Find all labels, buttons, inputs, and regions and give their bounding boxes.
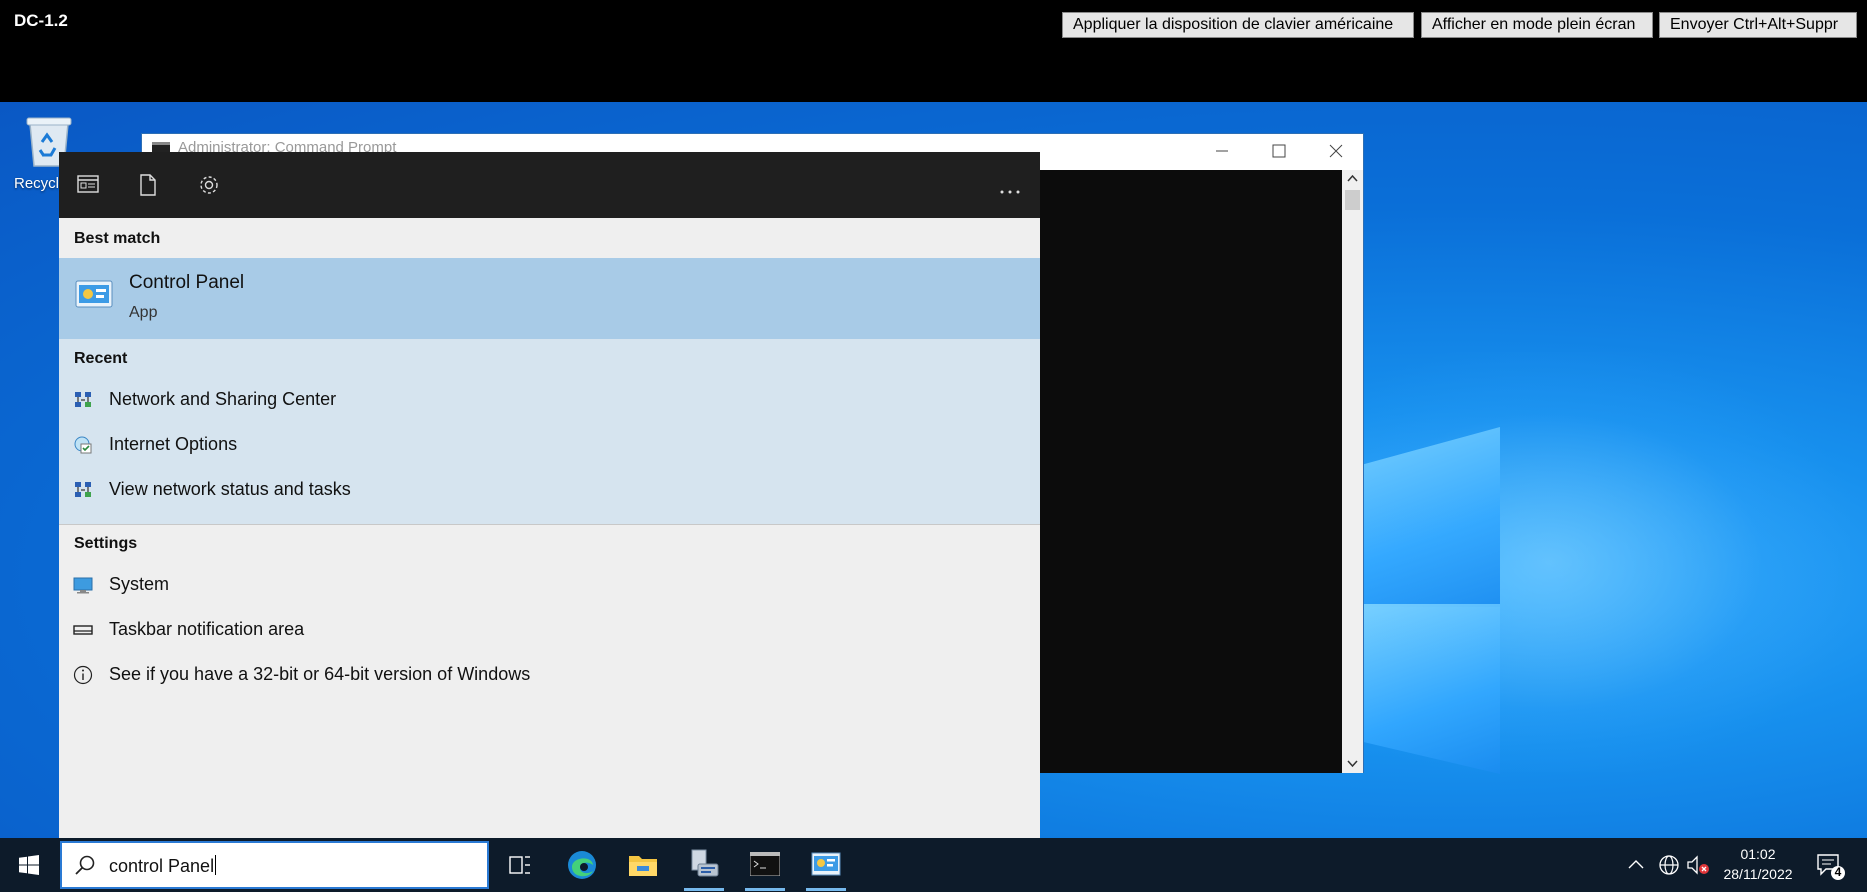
network-icon xyxy=(75,482,91,497)
taskbar: control Panel 01:02 28/11/2022 4 xyxy=(0,838,1867,892)
taskbar-server-manager[interactable] xyxy=(676,838,732,892)
control-panel-icon xyxy=(75,280,113,308)
taskbar-file-explorer[interactable] xyxy=(615,838,671,892)
ctrl-alt-del-button[interactable]: Envoyer Ctrl+Alt+Suppr xyxy=(1659,12,1857,38)
gear-icon xyxy=(200,176,218,194)
start-button[interactable] xyxy=(0,838,58,892)
close-icon xyxy=(1329,144,1343,158)
network-icon xyxy=(75,392,91,407)
cmd-icon xyxy=(750,852,780,876)
clock-date: 28/11/2022 xyxy=(1723,866,1793,882)
search-input-value: control Panel xyxy=(109,856,215,876)
best-match-control-panel[interactable]: Control Panel App xyxy=(59,258,1040,339)
recent-item-label: View network status and tasks xyxy=(109,479,351,499)
text-caret xyxy=(215,855,217,875)
cmd-scrollbar[interactable] xyxy=(1342,170,1363,773)
active-indicator xyxy=(684,888,724,891)
settings-item-label: System xyxy=(109,574,170,594)
fullscreen-button[interactable]: Afficher en mode plein écran xyxy=(1421,12,1653,38)
recent-item-label: Internet Options xyxy=(109,434,238,454)
section-divider xyxy=(59,524,1040,525)
notification-count: 4 xyxy=(1834,865,1842,879)
maximize-icon xyxy=(1272,144,1286,158)
active-indicator xyxy=(806,888,846,891)
minimize-button[interactable] xyxy=(1214,136,1230,171)
recent-item-network-sharing[interactable]: Network and Sharing Center xyxy=(59,382,1040,418)
remote-console-bar: DC-1.2 Appliquer la disposition de clavi… xyxy=(0,0,1867,102)
settings-item-taskbar-notification[interactable]: Taskbar notification area xyxy=(59,612,1040,648)
active-indicator xyxy=(745,888,785,891)
settings-item-system[interactable]: System xyxy=(59,567,1040,603)
taskbar-control-panel[interactable] xyxy=(798,838,854,892)
edge-icon xyxy=(568,851,596,879)
documents-filter-button[interactable] xyxy=(139,174,157,201)
apps-filter-button[interactable] xyxy=(77,174,99,199)
close-button[interactable] xyxy=(1328,136,1344,171)
speaker-muted-icon xyxy=(1687,855,1709,875)
taskbar-icon xyxy=(73,625,93,635)
taskbar-edge[interactable] xyxy=(554,838,610,892)
settings-filter-button[interactable] xyxy=(198,174,220,201)
document-icon xyxy=(140,174,156,196)
control-panel-icon xyxy=(811,852,841,876)
apps-icon xyxy=(77,175,99,193)
desktop: Recycle Administrator: Command Prompt Be… xyxy=(0,102,1867,838)
monitor-icon xyxy=(73,577,93,594)
best-match-subtitle: App xyxy=(129,304,158,321)
folder-icon xyxy=(629,856,657,876)
recent-item-label: Network and Sharing Center xyxy=(109,389,337,409)
settings-item-bitness[interactable]: See if you have a 32-bit or 64-bit versi… xyxy=(59,657,1040,693)
search-icon xyxy=(75,855,95,875)
task-view-button[interactable] xyxy=(492,838,548,892)
clock-time: 01:02 xyxy=(1740,846,1776,862)
best-match-title: Control Panel xyxy=(129,272,245,293)
internet-options-icon xyxy=(74,436,92,454)
task-view-icon xyxy=(509,856,530,874)
taskbar-clock[interactable]: 01:02 28/11/2022 xyxy=(1712,844,1804,884)
settings-item-label: See if you have a 32-bit or 64-bit versi… xyxy=(109,664,531,684)
us-keyboard-button[interactable]: Appliquer la disposition de clavier amér… xyxy=(1062,12,1414,38)
globe-icon xyxy=(1659,855,1679,875)
search-input[interactable]: control Panel xyxy=(109,855,217,877)
server-manager-icon xyxy=(691,849,719,877)
recent-header: Recent xyxy=(74,350,128,367)
scroll-thumb[interactable] xyxy=(1345,190,1360,210)
scroll-down-icon xyxy=(1347,760,1358,768)
search-menu-header xyxy=(59,152,1040,218)
search-menu: Best match Control Panel App Recent Netw… xyxy=(59,152,1040,838)
maximize-button[interactable] xyxy=(1271,136,1287,171)
taskbar-search[interactable]: control Panel xyxy=(60,841,489,889)
minimize-icon xyxy=(1216,150,1228,152)
taskbar-command-prompt[interactable] xyxy=(737,838,793,892)
settings-header: Settings xyxy=(74,535,138,552)
ellipsis-icon xyxy=(1000,190,1020,194)
settings-item-label: Taskbar notification area xyxy=(109,619,305,639)
windows-logo-icon xyxy=(19,855,39,875)
recent-item-network-status[interactable]: View network status and tasks xyxy=(59,472,1040,508)
best-match-header: Best match xyxy=(74,230,161,247)
info-icon xyxy=(73,665,93,685)
recent-item-internet-options[interactable]: Internet Options xyxy=(59,427,1040,463)
scroll-up-icon xyxy=(1347,174,1358,182)
chevron-up-icon xyxy=(1628,860,1644,869)
host-title: DC-1.2 xyxy=(14,11,68,30)
more-options-button[interactable] xyxy=(999,182,1021,200)
